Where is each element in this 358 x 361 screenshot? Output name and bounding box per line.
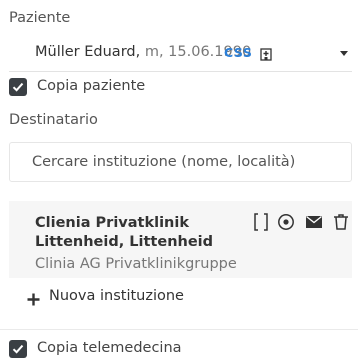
insurance-badge: CSS — [224, 45, 253, 60]
copy-telemedicine-label: Copia telemedecina — [37, 340, 182, 356]
chevron-down-icon[interactable] — [340, 51, 348, 56]
patient-summary: Müller Eduard, m, 15.06.1990 — [35, 44, 251, 60]
plus-icon — [27, 291, 40, 310]
trash-icon[interactable] — [333, 213, 349, 235]
document-bracket-icon[interactable] — [253, 213, 269, 235]
hospital-icon — [260, 46, 272, 65]
patient-select[interactable]: Müller Eduard, m, 15.06.1990 CSS — [9, 36, 352, 72]
recipient-section-label: Destinatario — [9, 112, 98, 128]
email-icon[interactable] — [305, 213, 323, 235]
selected-institution-card: Clienia Privatklinik Littenheid, Littenh… — [9, 201, 352, 278]
checkbox-checked-icon[interactable] — [9, 78, 27, 96]
patient-section-label: Paziente — [9, 10, 71, 26]
copy-patient-label: Copia paziente — [37, 78, 146, 94]
institution-group: Clinia AG Privatklinikgruppe — [35, 256, 237, 272]
institution-search-input[interactable] — [9, 142, 352, 182]
institution-name: Clienia Privatklinik Littenheid, Littenh… — [35, 215, 214, 250]
new-institution-label: Nuova instituzione — [49, 288, 184, 304]
eye-icon[interactable] — [277, 213, 295, 235]
patient-name: Müller Eduard, — [35, 44, 141, 60]
checkbox-checked-icon[interactable] — [9, 340, 27, 358]
section-divider — [0, 329, 358, 330]
